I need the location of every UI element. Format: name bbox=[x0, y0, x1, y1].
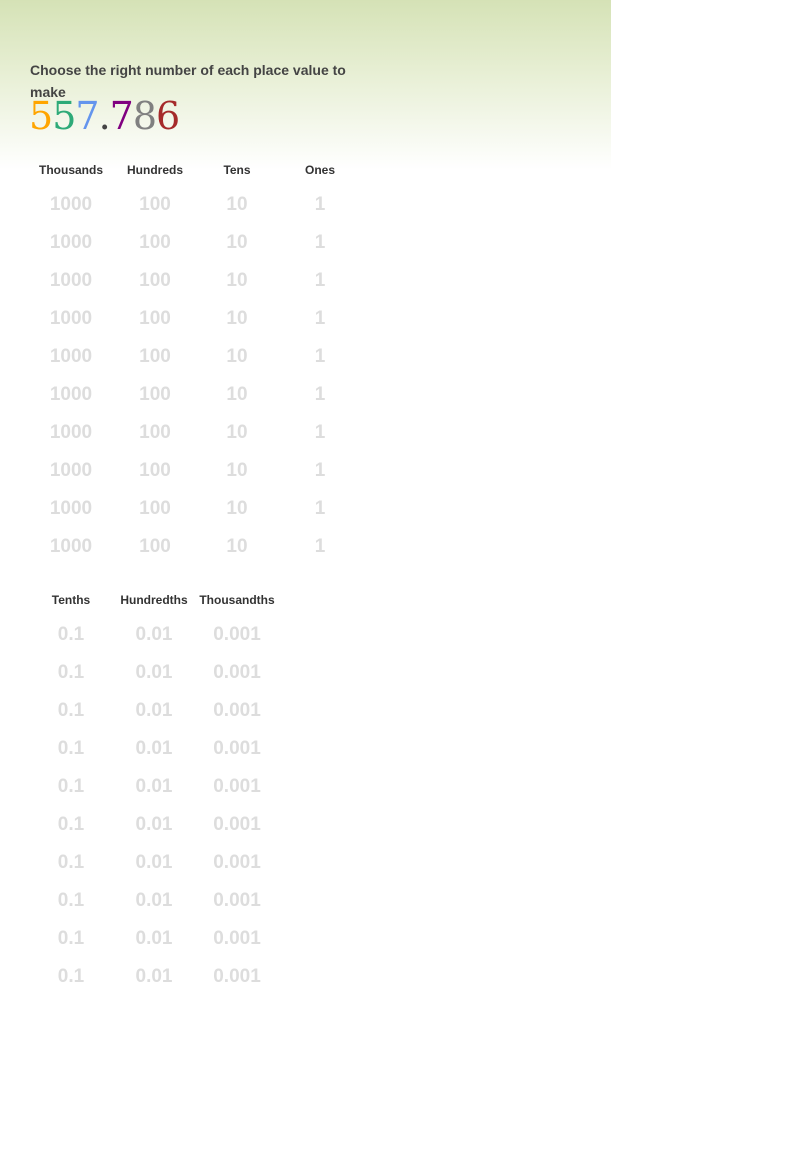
place-value-option-tens[interactable]: 10 bbox=[226, 498, 247, 520]
place-value-option-ones[interactable]: 1 bbox=[315, 384, 326, 406]
place-value-option-tens[interactable]: 10 bbox=[226, 346, 247, 368]
place-value-option-thousandths[interactable]: 0.001 bbox=[213, 966, 261, 988]
place-value-option-tens[interactable]: 10 bbox=[226, 194, 247, 216]
place-value-option-tens[interactable]: 10 bbox=[226, 270, 247, 292]
place-value-option-hundreds[interactable]: 100 bbox=[139, 270, 171, 292]
place-value-option-hundredths[interactable]: 0.01 bbox=[136, 928, 173, 950]
place-value-option-thousandths[interactable]: 0.001 bbox=[213, 624, 261, 646]
target-digit: 7 bbox=[75, 94, 99, 138]
target-digit: 8 bbox=[132, 94, 157, 138]
place-value-option-ones[interactable]: 1 bbox=[315, 536, 326, 558]
place-value-option-tenths[interactable]: 0.1 bbox=[58, 814, 84, 836]
place-value-option-tens[interactable]: 10 bbox=[226, 460, 247, 482]
place-value-option-hundreds[interactable]: 100 bbox=[139, 460, 171, 482]
place-value-option-hundredths[interactable]: 0.01 bbox=[136, 738, 173, 760]
place-value-option-tenths[interactable]: 0.1 bbox=[58, 966, 84, 988]
place-value-option-hundredths[interactable]: 0.01 bbox=[136, 700, 173, 722]
column-header-tenths: Tenths bbox=[51, 593, 91, 607]
place-value-option-hundreds[interactable]: 100 bbox=[139, 194, 171, 216]
place-value-option-tenths[interactable]: 0.1 bbox=[58, 890, 84, 912]
place-value-option-tenths[interactable]: 0.1 bbox=[58, 928, 84, 950]
place-value-option-hundreds[interactable]: 100 bbox=[139, 308, 171, 330]
place-value-option-ones[interactable]: 1 bbox=[315, 498, 326, 520]
place-value-option-tenths[interactable]: 0.1 bbox=[58, 624, 84, 646]
place-value-option-tens[interactable]: 10 bbox=[226, 422, 247, 444]
target-digit: 5 bbox=[29, 94, 53, 138]
place-value-option-thousands[interactable]: 1000 bbox=[50, 270, 92, 292]
column-header-thousandths: Thousandths bbox=[199, 593, 275, 607]
place-value-option-ones[interactable]: 1 bbox=[315, 308, 326, 330]
place-value-option-thousands[interactable]: 1000 bbox=[50, 460, 92, 482]
place-value-option-thousands[interactable]: 1000 bbox=[50, 346, 92, 368]
target-digit: 5 bbox=[52, 94, 76, 138]
place-value-option-hundredths[interactable]: 0.01 bbox=[136, 852, 173, 874]
place-value-option-tens[interactable]: 10 bbox=[226, 384, 247, 406]
place-value-option-thousands[interactable]: 1000 bbox=[50, 384, 92, 406]
place-value-option-thousands[interactable]: 1000 bbox=[50, 498, 92, 520]
place-value-option-tens[interactable]: 10 bbox=[226, 536, 247, 558]
place-value-option-hundreds[interactable]: 100 bbox=[139, 536, 171, 558]
place-value-option-ones[interactable]: 1 bbox=[315, 194, 326, 216]
target-digit: 7 bbox=[109, 94, 134, 138]
place-value-option-thousandths[interactable]: 0.001 bbox=[213, 890, 261, 912]
column-header-thousands: Thousands bbox=[38, 163, 104, 177]
place-value-option-thousands[interactable]: 1000 bbox=[50, 422, 92, 444]
place-value-option-tenths[interactable]: 0.1 bbox=[58, 700, 84, 722]
place-value-option-hundredths[interactable]: 0.01 bbox=[136, 624, 173, 646]
place-value-option-thousandths[interactable]: 0.001 bbox=[213, 928, 261, 950]
place-value-option-tenths[interactable]: 0.1 bbox=[58, 738, 84, 760]
place-value-option-thousandths[interactable]: 0.001 bbox=[213, 814, 261, 836]
place-value-option-ones[interactable]: 1 bbox=[315, 460, 326, 482]
place-value-option-tenths[interactable]: 0.1 bbox=[58, 776, 84, 798]
place-value-option-tens[interactable]: 10 bbox=[226, 232, 247, 254]
place-value-option-hundreds[interactable]: 100 bbox=[139, 422, 171, 444]
place-value-option-hundreds[interactable]: 100 bbox=[139, 384, 171, 406]
place-value-option-hundreds[interactable]: 100 bbox=[139, 232, 171, 254]
place-value-option-hundredths[interactable]: 0.01 bbox=[136, 890, 173, 912]
target-digit: . bbox=[98, 94, 111, 138]
place-value-option-hundredths[interactable]: 0.01 bbox=[136, 776, 173, 798]
place-value-option-ones[interactable]: 1 bbox=[315, 422, 326, 444]
place-value-option-hundredths[interactable]: 0.01 bbox=[136, 966, 173, 988]
place-value-option-tenths[interactable]: 0.1 bbox=[58, 852, 84, 874]
place-value-option-ones[interactable]: 1 bbox=[315, 346, 326, 368]
place-value-option-hundredths[interactable]: 0.01 bbox=[136, 662, 173, 684]
target-digit: 6 bbox=[156, 94, 180, 138]
place-value-option-tenths[interactable]: 0.1 bbox=[58, 662, 84, 684]
place-value-option-thousandths[interactable]: 0.001 bbox=[213, 700, 261, 722]
place-value-option-thousandths[interactable]: 0.001 bbox=[213, 738, 261, 760]
place-value-option-ones[interactable]: 1 bbox=[315, 270, 326, 292]
place-value-option-hundreds[interactable]: 100 bbox=[139, 346, 171, 368]
place-value-option-ones[interactable]: 1 bbox=[315, 232, 326, 254]
place-value-option-thousandths[interactable]: 0.001 bbox=[213, 776, 261, 798]
place-value-option-tens[interactable]: 10 bbox=[226, 308, 247, 330]
place-value-option-thousandths[interactable]: 0.001 bbox=[213, 852, 261, 874]
place-value-option-thousands[interactable]: 1000 bbox=[50, 536, 92, 558]
target-number: 557.786 bbox=[29, 94, 180, 138]
place-value-option-thousandths[interactable]: 0.001 bbox=[213, 662, 261, 684]
column-header-tens: Tens bbox=[223, 163, 251, 177]
column-header-ones: Ones bbox=[304, 163, 336, 177]
place-value-option-hundredths[interactable]: 0.01 bbox=[136, 814, 173, 836]
place-value-option-hundreds[interactable]: 100 bbox=[139, 498, 171, 520]
place-value-option-thousands[interactable]: 1000 bbox=[50, 194, 92, 216]
column-header-hundredths: Hundredths bbox=[120, 593, 188, 607]
place-value-option-thousands[interactable]: 1000 bbox=[50, 308, 92, 330]
column-header-hundreds: Hundreds bbox=[126, 163, 184, 177]
place-value-option-thousands[interactable]: 1000 bbox=[50, 232, 92, 254]
